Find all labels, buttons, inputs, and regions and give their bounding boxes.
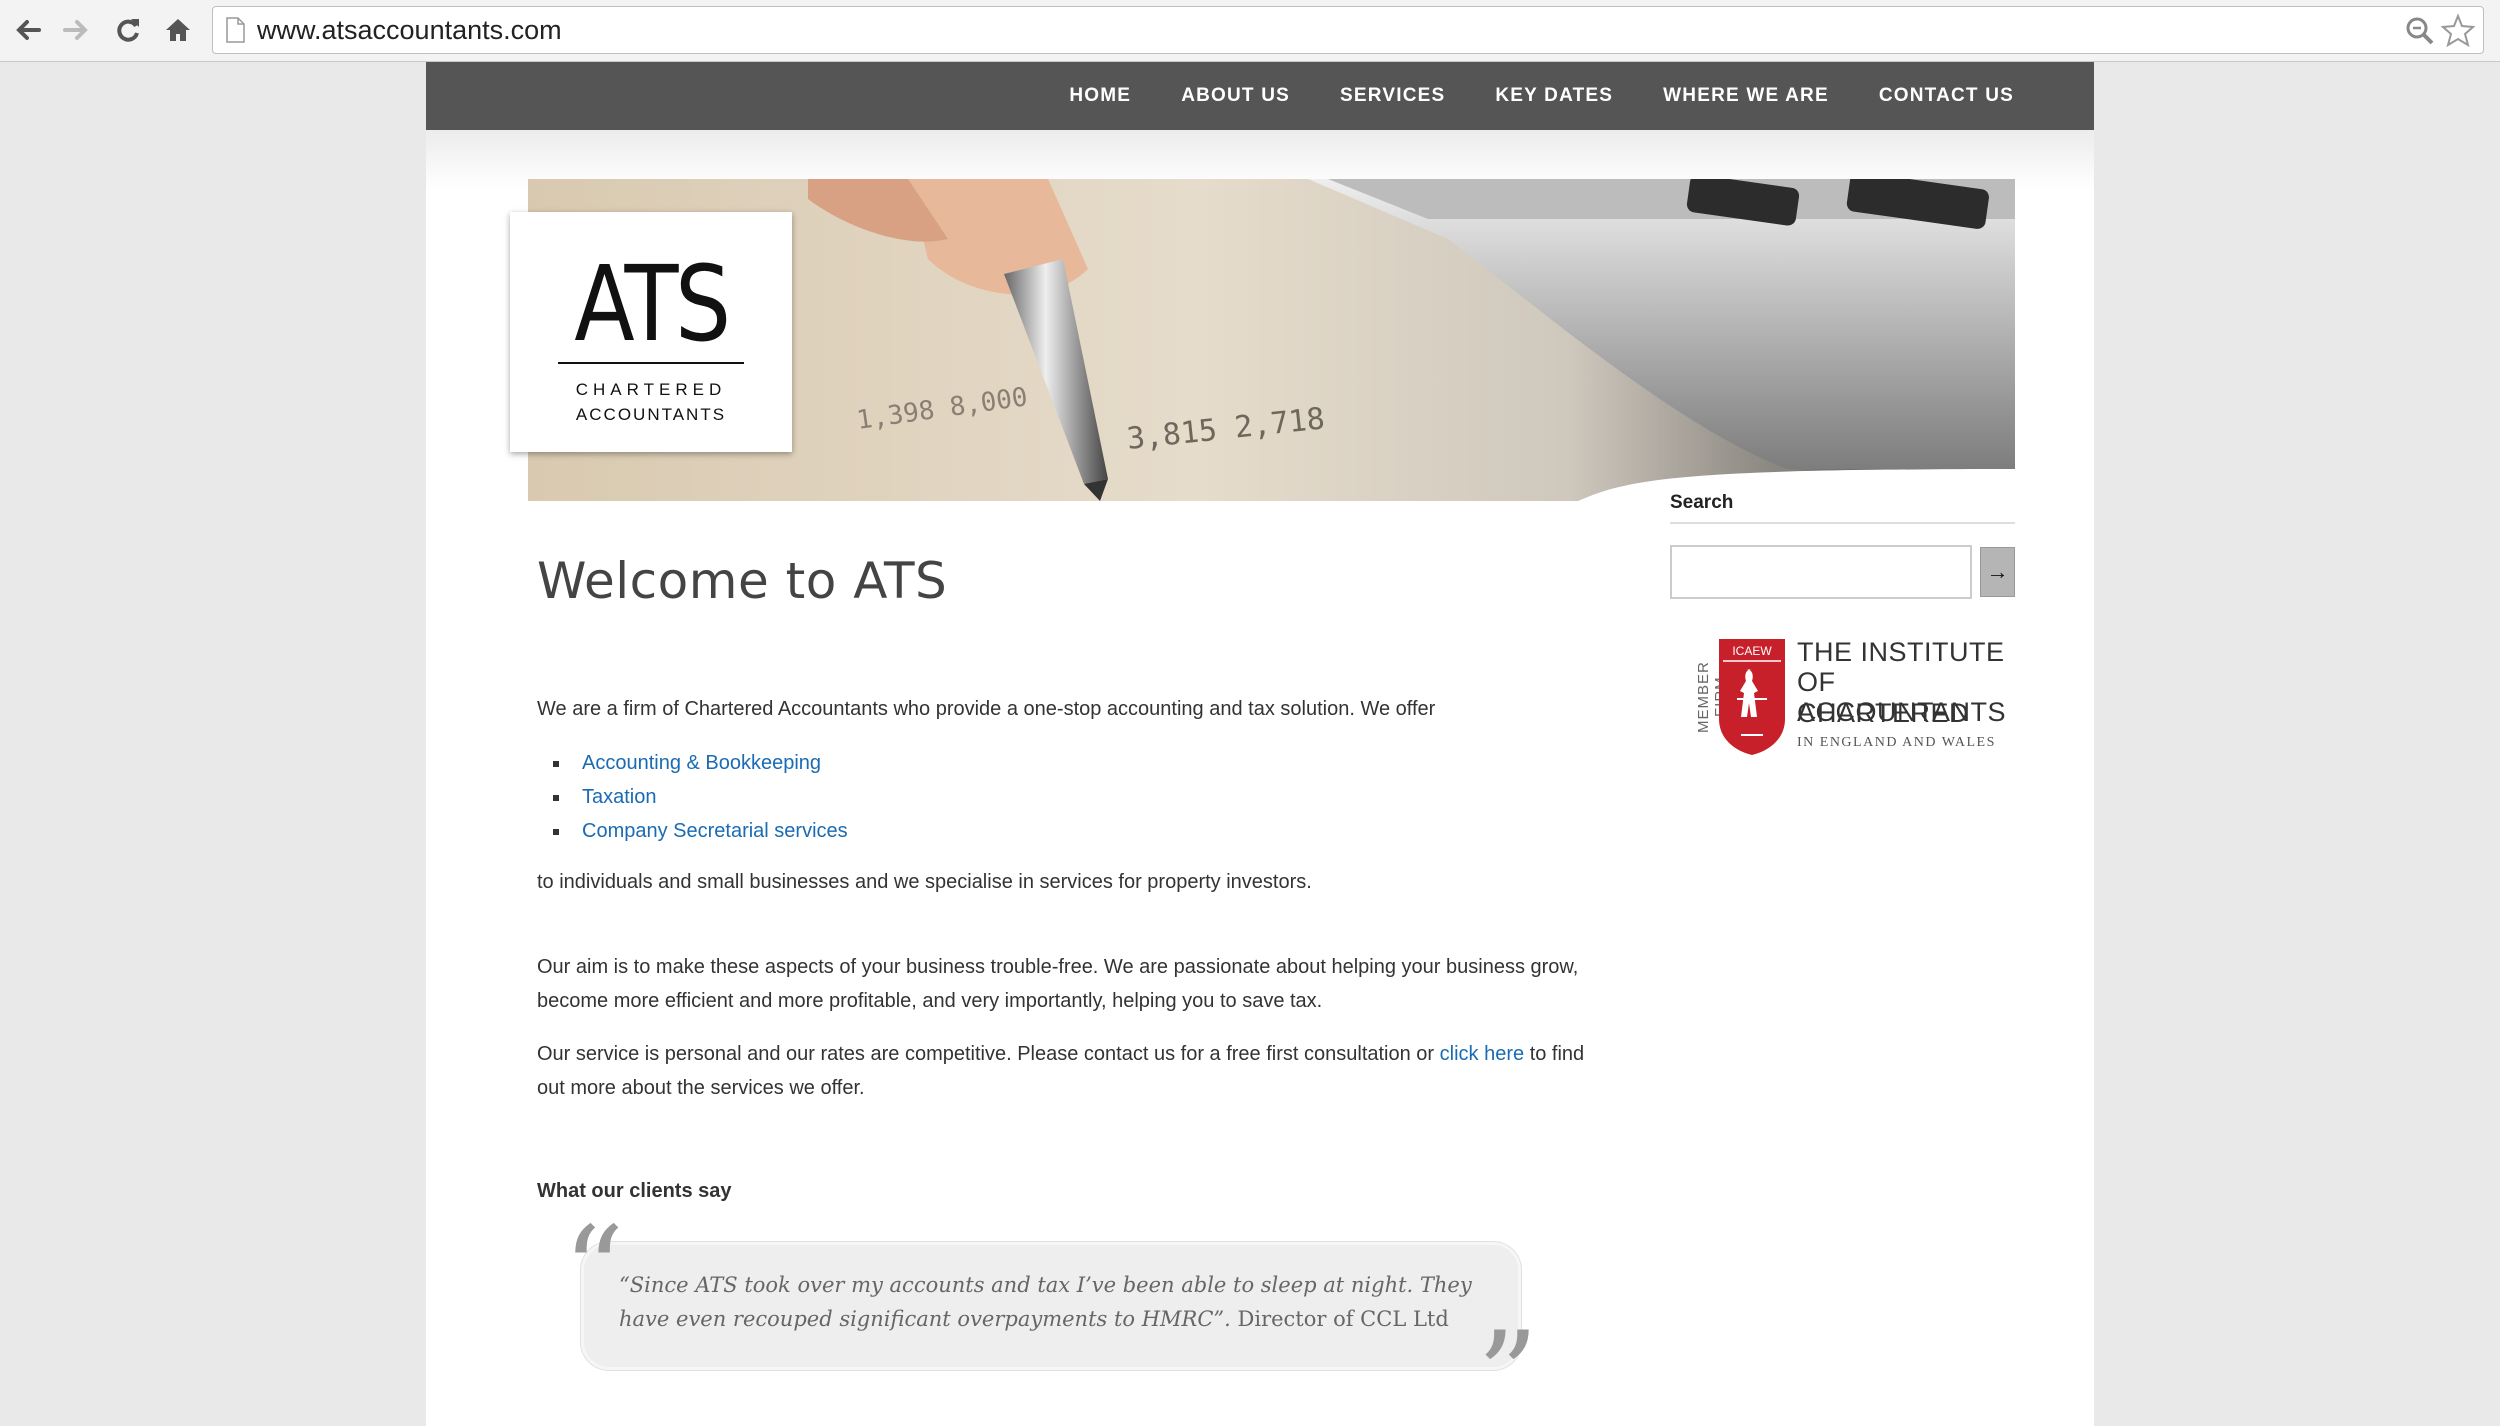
back-arrow-icon[interactable] bbox=[10, 12, 46, 48]
nav-key-dates[interactable]: KEY DATES bbox=[1495, 85, 1613, 107]
site-nav-bar: HOME ABOUT US SERVICES KEY DATES WHERE W… bbox=[426, 62, 2094, 130]
icaew-line1: THE INSTITUTE bbox=[1797, 637, 2005, 667]
icaew-line3: ACCOUNTANTS bbox=[1797, 697, 2007, 727]
site-menu: HOME ABOUT US SERVICES KEY DATES WHERE W… bbox=[1019, 62, 2014, 130]
nav-services[interactable]: SERVICES bbox=[1340, 85, 1445, 107]
browser-toolbar: www.atsaccountants.com bbox=[0, 0, 2500, 62]
bookmark-star-icon[interactable] bbox=[2441, 13, 2475, 47]
after-list-text: to individuals and small businesses and … bbox=[537, 871, 1312, 893]
main-content: Welcome to ATS We are a firm of Chartere… bbox=[537, 552, 1617, 1426]
reload-icon[interactable] bbox=[110, 12, 146, 48]
logo-line2: ACCOUNTANTS bbox=[575, 405, 727, 424]
service-link-taxation[interactable]: Taxation bbox=[582, 786, 657, 808]
services-list: Accounting & Bookkeeping Taxation Compan… bbox=[537, 746, 848, 848]
logo-line1: CHARTERED bbox=[575, 380, 727, 399]
click-here-link[interactable]: click here bbox=[1440, 1043, 1524, 1065]
webpage: HOME ABOUT US SERVICES KEY DATES WHERE W… bbox=[426, 62, 2094, 1426]
close-quote-icon: ” bbox=[1477, 1307, 1539, 1426]
icaew-crest-icon: ICAEW bbox=[1719, 639, 1785, 755]
testimonial-text: “Since ATS took over my accounts and tax… bbox=[619, 1268, 1519, 1336]
nav-contact-us[interactable]: CONTACT US bbox=[1879, 85, 2014, 107]
list-item: Accounting & Bookkeeping bbox=[537, 746, 848, 780]
url-text[interactable]: www.atsaccountants.com bbox=[257, 15, 562, 46]
zoom-icon[interactable] bbox=[2405, 16, 2435, 46]
logo-divider bbox=[558, 362, 744, 364]
forward-arrow-icon[interactable] bbox=[58, 12, 94, 48]
aim-text: Our aim is to make these aspects of your… bbox=[537, 956, 1579, 1012]
address-bar[interactable]: www.atsaccountants.com bbox=[212, 6, 2484, 54]
icaew-line4: IN ENGLAND AND WALES bbox=[1797, 735, 1996, 750]
page-title: Welcome to ATS bbox=[537, 552, 948, 610]
clients-heading: What our clients say bbox=[537, 1180, 732, 1202]
search-input[interactable] bbox=[1670, 545, 1972, 599]
search-submit-button[interactable]: → bbox=[1980, 547, 2015, 597]
service-link-company-secretarial[interactable]: Company Secretarial services bbox=[582, 820, 848, 842]
service-link-accounting[interactable]: Accounting & Bookkeeping bbox=[582, 752, 821, 774]
home-icon[interactable] bbox=[160, 12, 196, 48]
icaew-badge-text: ICAEW bbox=[1732, 644, 1772, 658]
nav-where-we-are[interactable]: WHERE WE ARE bbox=[1663, 85, 1829, 107]
service-text-pre: Our service is personal and our rates ar… bbox=[537, 1043, 1440, 1065]
icaew-member-badge[interactable]: MEMBER FIRM ICAEW THE INSTITUTE OF CHART… bbox=[1695, 637, 2015, 767]
testimonial-author: Director of CCL Ltd bbox=[1230, 1307, 1449, 1331]
page-icon bbox=[226, 17, 245, 43]
logo-wordmark: ATS bbox=[574, 243, 731, 365]
intro-text: We are a firm of Chartered Accountants w… bbox=[537, 698, 1436, 720]
ats-logo[interactable]: ATS CHARTERED ACCOUNTANTS bbox=[510, 212, 792, 452]
search-heading: Search bbox=[1670, 492, 2015, 524]
nav-about-us[interactable]: ABOUT US bbox=[1181, 85, 1290, 107]
open-quote-icon: “ bbox=[563, 1202, 625, 1341]
sidebar: Search → MEMBER FIRM ICAEW THE INSTITUTE… bbox=[1670, 492, 2015, 755]
nav-home[interactable]: HOME bbox=[1069, 85, 1131, 107]
list-item: Company Secretarial services bbox=[537, 814, 848, 848]
icaew-member-firm-label: MEMBER FIRM bbox=[1695, 661, 1729, 733]
list-item: Taxation bbox=[537, 780, 848, 814]
service-text: Our service is personal and our rates ar… bbox=[537, 1037, 1617, 1105]
